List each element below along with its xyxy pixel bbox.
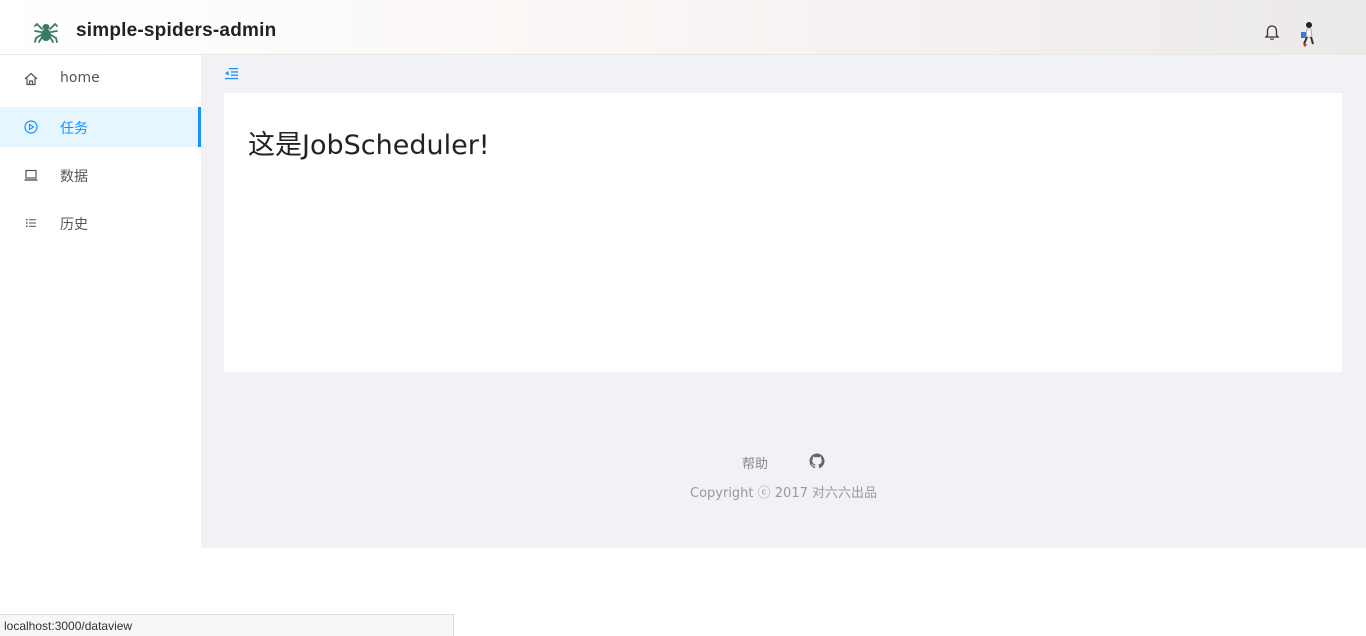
sidebar: home 任务 数据 历史 — [0, 55, 201, 548]
help-link[interactable]: 帮助 — [742, 453, 768, 472]
status-bar-url: localhost:3000/dataview — [0, 614, 454, 636]
sidebar-item-home[interactable]: home — [0, 59, 201, 99]
main-card: 这是JobScheduler! — [224, 93, 1342, 372]
github-icon[interactable] — [809, 453, 825, 469]
sidebar-item-label: 历史 — [60, 217, 88, 233]
bell-icon[interactable] — [1263, 24, 1281, 42]
laptop-icon — [24, 169, 38, 181]
sidebar-item-tasks[interactable]: 任务 — [0, 107, 201, 147]
sidebar-item-history[interactable]: 历史 — [0, 203, 201, 243]
app-title: simple-spiders-admin — [76, 20, 277, 41]
page-title: 这是JobScheduler! — [248, 130, 490, 161]
sidebar-item-label: 数据 — [60, 169, 88, 185]
list-icon — [26, 219, 36, 227]
sidebar-item-data[interactable]: 数据 — [0, 155, 201, 195]
top-header: simple-spiders-admin — [0, 0, 1366, 55]
menu-fold-icon[interactable] — [224, 66, 239, 81]
copyright-text: Copyright ⓒ 2017 对六六出品 — [690, 486, 878, 501]
play-circle-icon — [24, 120, 38, 134]
user-avatar[interactable] — [1296, 20, 1320, 48]
sidebar-item-label: home — [60, 70, 100, 86]
spider-icon[interactable] — [32, 18, 60, 46]
sidebar-item-label: 任务 — [60, 121, 88, 137]
home-icon — [24, 72, 38, 86]
